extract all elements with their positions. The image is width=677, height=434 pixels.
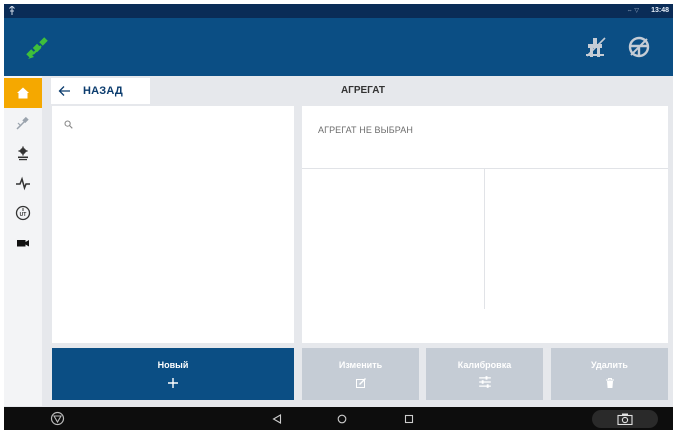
home-nav-icon[interactable] — [337, 414, 347, 424]
search-icon[interactable] — [64, 120, 73, 129]
camera-icon — [17, 240, 29, 247]
steering-wheel-icon[interactable] — [626, 34, 652, 60]
no-implement-selected-label: АГРЕГАТ НЕ ВЫБРАН — [318, 125, 413, 135]
trash-icon — [605, 378, 614, 388]
status-bar: ⇔ ▽ 13:48 — [4, 4, 673, 18]
svg-text:UT: UT — [20, 212, 27, 218]
new-button-label: Новый — [157, 360, 189, 370]
brand-logo-icon[interactable] — [50, 411, 65, 426]
side-navigation: UT — [4, 76, 42, 406]
details-divider-vertical — [484, 169, 485, 309]
app-screen: ⇔ ▽ 13:48 UT НАЗАД АГРЕГАТ АГРЕГАТ НЕ ВЫ… — [4, 4, 673, 430]
calibration-button-label: Калибровка — [457, 360, 512, 370]
sidebar-item-machine[interactable] — [4, 138, 42, 168]
delete-button[interactable]: Удалить — [551, 348, 668, 400]
guidance-icon — [16, 116, 29, 130]
diagnostics-icon — [16, 176, 30, 191]
satellite-icon[interactable] — [24, 35, 50, 61]
recents-nav-icon[interactable] — [404, 414, 414, 424]
sidebar-item-isobus[interactable]: UT — [4, 198, 42, 228]
edit-button-label: Изменить — [338, 360, 383, 370]
implement-details-panel: АГРЕГАТ НЕ ВЫБРАН — [302, 106, 668, 343]
implement-list-panel[interactable] — [52, 106, 294, 343]
sidebar-item-diagnostics[interactable] — [4, 168, 42, 198]
sidebar-item-guidance[interactable] — [4, 108, 42, 138]
screenshot-button[interactable] — [592, 410, 658, 428]
new-button[interactable]: Новый — [52, 348, 294, 400]
delete-button-label: Удалить — [591, 360, 628, 370]
signal-indicator: ⇔ ▽ — [626, 8, 639, 14]
page-title: АГРЕГАТ — [340, 85, 386, 96]
edit-button[interactable]: Изменить — [302, 348, 419, 400]
back-button-label: НАЗАД — [83, 85, 123, 97]
system-navigation-bar — [4, 407, 673, 430]
back-nav-icon[interactable] — [272, 414, 282, 424]
edit-icon — [355, 378, 366, 388]
arrow-left-icon — [58, 86, 70, 96]
sidebar-item-home[interactable] — [4, 78, 42, 108]
home-icon — [17, 87, 29, 99]
notification-icon — [9, 6, 15, 15]
implement-icon[interactable] — [583, 34, 609, 60]
sliders-icon — [478, 376, 491, 388]
machine-settings-icon — [18, 146, 28, 161]
app-bar — [4, 18, 673, 76]
isobus-ut-icon: UT — [15, 205, 31, 221]
plus-icon — [168, 378, 178, 388]
details-divider-horizontal — [302, 168, 668, 169]
clock: 13:48 — [651, 7, 669, 14]
device-frame: ⇔ ▽ 13:48 UT НАЗАД АГРЕГАТ АГРЕГАТ НЕ ВЫ… — [0, 0, 677, 434]
back-button[interactable]: НАЗАД — [51, 78, 150, 104]
screenshot-camera-icon — [617, 413, 633, 425]
calibration-button[interactable]: Калибровка — [426, 348, 543, 400]
sidebar-item-camera[interactable] — [4, 228, 42, 258]
